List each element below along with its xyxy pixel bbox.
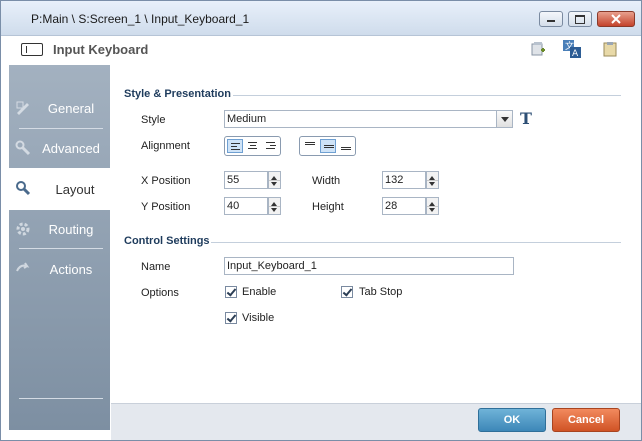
sidebar-item-general[interactable]: General xyxy=(9,89,110,127)
align-bottom-button[interactable] xyxy=(338,139,354,153)
width-input[interactable]: 132 xyxy=(382,171,426,189)
height-value: 28 xyxy=(385,200,398,212)
y-position-value: 40 xyxy=(227,200,240,212)
height-label: Height xyxy=(312,201,344,213)
arrow-down-icon[interactable] xyxy=(427,206,438,214)
close-icon xyxy=(611,14,621,24)
y-position-input[interactable]: 40 xyxy=(224,197,268,215)
y-position-stepper[interactable] xyxy=(268,197,281,215)
arrow-down-icon[interactable] xyxy=(269,180,280,188)
enable-checkbox[interactable] xyxy=(225,286,237,298)
layout-panel: Style & Presentation Style Medium T Alig… xyxy=(111,65,641,403)
height-stepper[interactable] xyxy=(426,197,439,215)
divider xyxy=(19,248,103,249)
style-select-value: Medium xyxy=(227,113,267,125)
visible-label: Visible xyxy=(242,312,275,324)
sidebar-item-label: Actions xyxy=(49,262,93,277)
y-position-label: Y Position xyxy=(141,201,191,213)
keyboard-icon xyxy=(21,43,43,56)
horizontal-alignment-group xyxy=(224,136,281,156)
sidebar-item-layout[interactable]: Layout xyxy=(9,168,110,210)
alignment-label: Alignment xyxy=(141,140,190,152)
arrow-down-icon[interactable] xyxy=(427,180,438,188)
general-icon xyxy=(16,101,29,115)
x-position-stepper[interactable] xyxy=(268,171,281,189)
section-title-control: Control Settings xyxy=(124,235,210,247)
align-right-button[interactable] xyxy=(263,139,279,153)
minimize-button[interactable] xyxy=(539,11,563,27)
dialog-window: P:Main \ S:Screen_1 \ Input_Keyboard_1 I… xyxy=(0,0,642,441)
style-select[interactable]: Medium xyxy=(224,110,513,128)
width-label: Width xyxy=(312,175,341,187)
align-top-button[interactable] xyxy=(302,139,318,153)
dialog-footer: OK Cancel xyxy=(111,403,641,440)
arrow-down-icon[interactable] xyxy=(269,206,280,214)
actions-icon xyxy=(16,262,30,272)
x-position-input[interactable]: 55 xyxy=(224,171,268,189)
gear-icon xyxy=(16,222,30,236)
dialog-title: Input Keyboard xyxy=(53,42,149,57)
sidebar-item-label: Layout xyxy=(55,182,95,197)
enable-label: Enable xyxy=(242,286,277,298)
dialog-header: Input Keyboard 文A xyxy=(1,36,641,64)
visible-checkbox[interactable] xyxy=(225,312,237,324)
clipboard-icon[interactable] xyxy=(602,41,618,57)
vertical-alignment-group xyxy=(299,136,356,156)
section-title-style: Style & Presentation xyxy=(124,88,231,100)
ok-button[interactable]: OK xyxy=(478,408,546,432)
cancel-button[interactable]: Cancel xyxy=(552,408,620,432)
add-page-icon[interactable] xyxy=(530,41,546,57)
sidebar-item-advanced[interactable]: Advanced xyxy=(9,129,110,167)
svg-text:A: A xyxy=(572,49,579,59)
text-style-button[interactable]: T xyxy=(517,110,535,128)
sidebar-item-label: General xyxy=(47,101,95,116)
divider xyxy=(19,398,103,399)
align-center-button[interactable] xyxy=(245,139,261,153)
wrench-icon xyxy=(15,140,31,156)
sidebar-item-label: Advanced xyxy=(42,141,100,156)
chevron-down-icon[interactable] xyxy=(496,111,512,127)
tab-stop-label: Tab Stop xyxy=(359,286,403,298)
layout-icon xyxy=(16,181,31,196)
tab-stop-checkbox[interactable] xyxy=(341,286,353,298)
options-label: Options xyxy=(141,287,179,299)
title-bar[interactable]: P:Main \ S:Screen_1 \ Input_Keyboard_1 xyxy=(1,1,641,36)
close-button[interactable] xyxy=(597,11,635,27)
sidebar-item-routing[interactable]: Routing xyxy=(9,210,110,248)
sidebar: General Advanced Layout Routing Actions xyxy=(9,65,110,430)
name-value: Input_Keyboard_1 xyxy=(227,260,317,272)
align-middle-button[interactable] xyxy=(320,139,336,153)
x-position-label: X Position xyxy=(141,175,191,187)
width-stepper[interactable] xyxy=(426,171,439,189)
name-label: Name xyxy=(141,261,171,273)
width-value: 132 xyxy=(385,174,404,186)
translate-icon[interactable]: 文A xyxy=(562,39,582,59)
window-title: P:Main \ S:Screen_1 \ Input_Keyboard_1 xyxy=(31,12,250,26)
minimize-icon xyxy=(547,20,555,22)
style-label: Style xyxy=(141,114,166,126)
maximize-icon xyxy=(575,15,585,24)
align-left-button[interactable] xyxy=(227,139,243,153)
section-divider xyxy=(211,242,621,243)
x-position-value: 55 xyxy=(227,174,240,186)
section-divider xyxy=(233,95,621,96)
sidebar-item-label: Routing xyxy=(48,222,94,237)
maximize-button[interactable] xyxy=(568,11,592,27)
height-input[interactable]: 28 xyxy=(382,197,426,215)
name-input[interactable]: Input_Keyboard_1 xyxy=(224,257,514,275)
sidebar-item-actions[interactable]: Actions xyxy=(9,250,110,288)
